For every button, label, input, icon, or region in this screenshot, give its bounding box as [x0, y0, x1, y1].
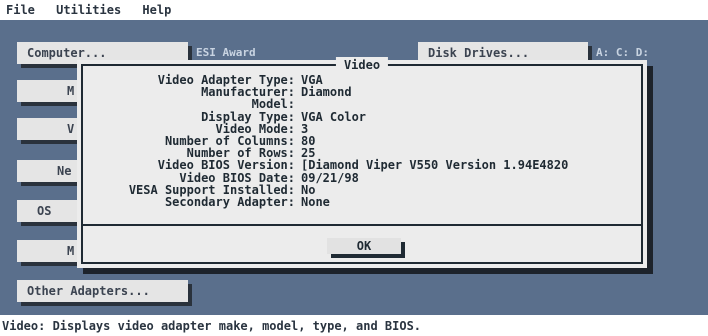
- video-dialog: Video Video Adapter Type: VGA Manufacture…: [77, 57, 647, 268]
- memory-button-label: M: [67, 84, 75, 98]
- status-text: Video: Displays video adapter make, mode…: [2, 319, 422, 333]
- field-label: Video BIOS Date:: [179, 170, 295, 185]
- field-label: Display Type:: [201, 109, 295, 124]
- status-bar: Video: Displays video adapter make, mode…: [0, 316, 708, 336]
- dialog-frame: Video Video Adapter Type: VGA Manufacture…: [81, 57, 643, 264]
- disk-drives-button-label: Disk Drives...: [428, 46, 530, 60]
- field-value: VGA Color: [301, 109, 367, 124]
- field-value: 09/21/98: [301, 170, 359, 185]
- other-adapters-button-label: Other Adapters...: [27, 284, 150, 298]
- info-row-model: Model:: [83, 98, 641, 110]
- dialog-title: Video: [335, 57, 389, 73]
- menu-help[interactable]: Help: [142, 0, 171, 20]
- field-value: None: [301, 194, 330, 209]
- menu-bar: File Utilities Help: [0, 0, 708, 21]
- video-button-label: V: [67, 122, 75, 136]
- ok-button[interactable]: OK: [327, 238, 401, 254]
- network-button-label: Ne: [57, 164, 72, 178]
- info-row-adapter-type: Video Adapter Type: VGA: [83, 74, 641, 86]
- dialog-divider: [83, 224, 641, 226]
- info-row-display-type: Display Type: VGA Color: [83, 109, 641, 124]
- video-info-list: Video Adapter Type: VGA Manufacturer: Diam…: [83, 74, 641, 208]
- field-label: Video BIOS Version:: [157, 158, 295, 173]
- menu-file[interactable]: File: [6, 0, 35, 20]
- info-row-bios-date: Video BIOS Date: 09/21/98: [83, 170, 641, 185]
- computer-button-label: Computer...: [27, 46, 107, 60]
- field-value: [Diamond Viper V550 Version 1.94E4820: [301, 158, 569, 173]
- info-row-bios-version: Video BIOS Version: [Diamond Viper V550 V…: [83, 159, 641, 171]
- info-row-secondary: Secondary Adapter: None: [83, 196, 641, 208]
- field-label: Model:: [251, 97, 295, 112]
- info-row-columns: Number of Columns: 80: [83, 135, 641, 147]
- mouse-button-label: M: [67, 244, 75, 258]
- menu-utilities[interactable]: Utilities: [56, 0, 121, 20]
- field-value: Diamond: [301, 85, 352, 100]
- info-row-manufacturer: Manufacturer: Diamond: [83, 86, 641, 98]
- os-button-label: OS: [37, 204, 52, 218]
- field-label: Secondary Adapter:: [164, 194, 295, 209]
- other-adapters-button[interactable]: Other Adapters...: [17, 280, 188, 302]
